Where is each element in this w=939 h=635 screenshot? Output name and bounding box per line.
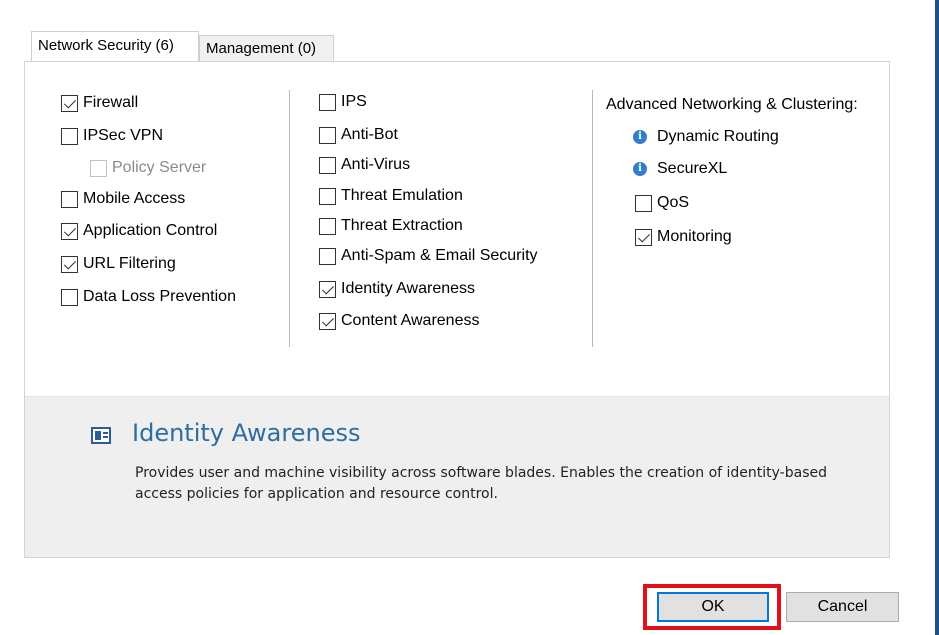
blade-label: Policy Server	[112, 159, 207, 176]
feature-label: Dynamic Routing	[657, 128, 779, 145]
blade-label: Anti-Spam & Email Security	[341, 247, 538, 264]
checkbox[interactable]	[319, 247, 336, 265]
blade-label: Data Loss Prevention	[83, 288, 236, 305]
blade-url-filtering[interactable]: URL Filtering	[61, 253, 176, 275]
tab-management[interactable]: Management (0)	[199, 35, 334, 62]
checkbox[interactable]	[319, 93, 336, 111]
description-area: Identity Awareness Provides user and mac…	[25, 396, 889, 557]
column-divider	[592, 90, 593, 347]
blade-content-awareness[interactable]: Content Awareness	[319, 310, 479, 332]
blade-label: URL Filtering	[83, 255, 176, 272]
blade-label: Mobile Access	[83, 190, 186, 207]
blade-label: Monitoring	[657, 228, 732, 245]
checkbox[interactable]	[319, 187, 336, 205]
checkbox[interactable]	[319, 217, 336, 235]
blade-label: IPSec VPN	[83, 127, 164, 144]
blade-policy-server: Policy Server	[90, 157, 206, 179]
checkbox[interactable]	[319, 126, 336, 144]
checkbox[interactable]	[61, 288, 78, 306]
checkbox[interactable]	[319, 280, 336, 298]
blade-label: QoS	[657, 194, 690, 211]
blade-label: Firewall	[83, 94, 139, 111]
blades-panel: Firewall IPSec VPN Policy Server Mobile …	[24, 61, 890, 558]
checkbox[interactable]	[319, 312, 336, 330]
blade-ips[interactable]: IPS	[319, 91, 367, 113]
blade-label: Content Awareness	[341, 312, 480, 329]
checkbox[interactable]	[635, 228, 652, 246]
feature-securexl: i SecureXL	[633, 158, 727, 180]
blade-anti-spam[interactable]: Anti-Spam & Email Security	[319, 245, 538, 267]
blade-identity-awareness[interactable]: Identity Awareness	[319, 278, 475, 300]
blade-label: Anti-Bot	[341, 126, 398, 143]
blade-data-loss-prevention[interactable]: Data Loss Prevention	[61, 286, 236, 308]
ok-button[interactable]: OK	[657, 592, 769, 622]
checkbox[interactable]	[635, 194, 652, 212]
blade-label: Anti-Virus	[341, 156, 411, 173]
feature-label: SecureXL	[657, 160, 728, 177]
checkbox[interactable]	[61, 94, 78, 112]
feature-dynamic-routing: i Dynamic Routing	[633, 126, 779, 148]
blade-ipsec-vpn[interactable]: IPSec VPN	[61, 125, 163, 147]
blade-anti-bot[interactable]: Anti-Bot	[319, 124, 398, 146]
tab-network-security[interactable]: Network Security (6)	[31, 31, 199, 61]
checkbox[interactable]	[61, 190, 78, 208]
checkbox[interactable]	[61, 222, 78, 240]
advanced-networking-heading: Advanced Networking & Clustering:	[606, 96, 858, 113]
checkbox	[90, 159, 107, 177]
cancel-button[interactable]: Cancel	[786, 592, 899, 622]
blade-label: IPS	[341, 93, 367, 110]
column-divider	[289, 90, 290, 347]
blade-label: Identity Awareness	[341, 280, 476, 297]
window-edge	[935, 0, 939, 635]
blade-monitoring[interactable]: Monitoring	[635, 226, 732, 248]
blade-label: Threat Extraction	[341, 217, 463, 234]
identity-card-icon	[91, 427, 111, 444]
blade-threat-emulation[interactable]: Threat Emulation	[319, 185, 463, 207]
blade-anti-virus[interactable]: Anti-Virus	[319, 154, 410, 176]
blade-qos[interactable]: QoS	[635, 192, 689, 214]
blade-label: Threat Emulation	[341, 187, 463, 204]
blade-mobile-access[interactable]: Mobile Access	[61, 188, 185, 210]
checkbox[interactable]	[61, 127, 78, 145]
info-icon: i	[633, 162, 647, 176]
blade-threat-extraction[interactable]: Threat Extraction	[319, 215, 463, 237]
blade-label: Application Control	[83, 222, 218, 239]
description-text: Provides user and machine visibility acr…	[135, 465, 827, 502]
blade-firewall[interactable]: Firewall	[61, 92, 138, 114]
info-icon: i	[633, 130, 647, 144]
checkbox[interactable]	[61, 255, 78, 273]
description-title: Identity Awareness	[132, 419, 361, 447]
checkbox[interactable]	[319, 156, 336, 174]
blade-application-control[interactable]: Application Control	[61, 220, 217, 242]
